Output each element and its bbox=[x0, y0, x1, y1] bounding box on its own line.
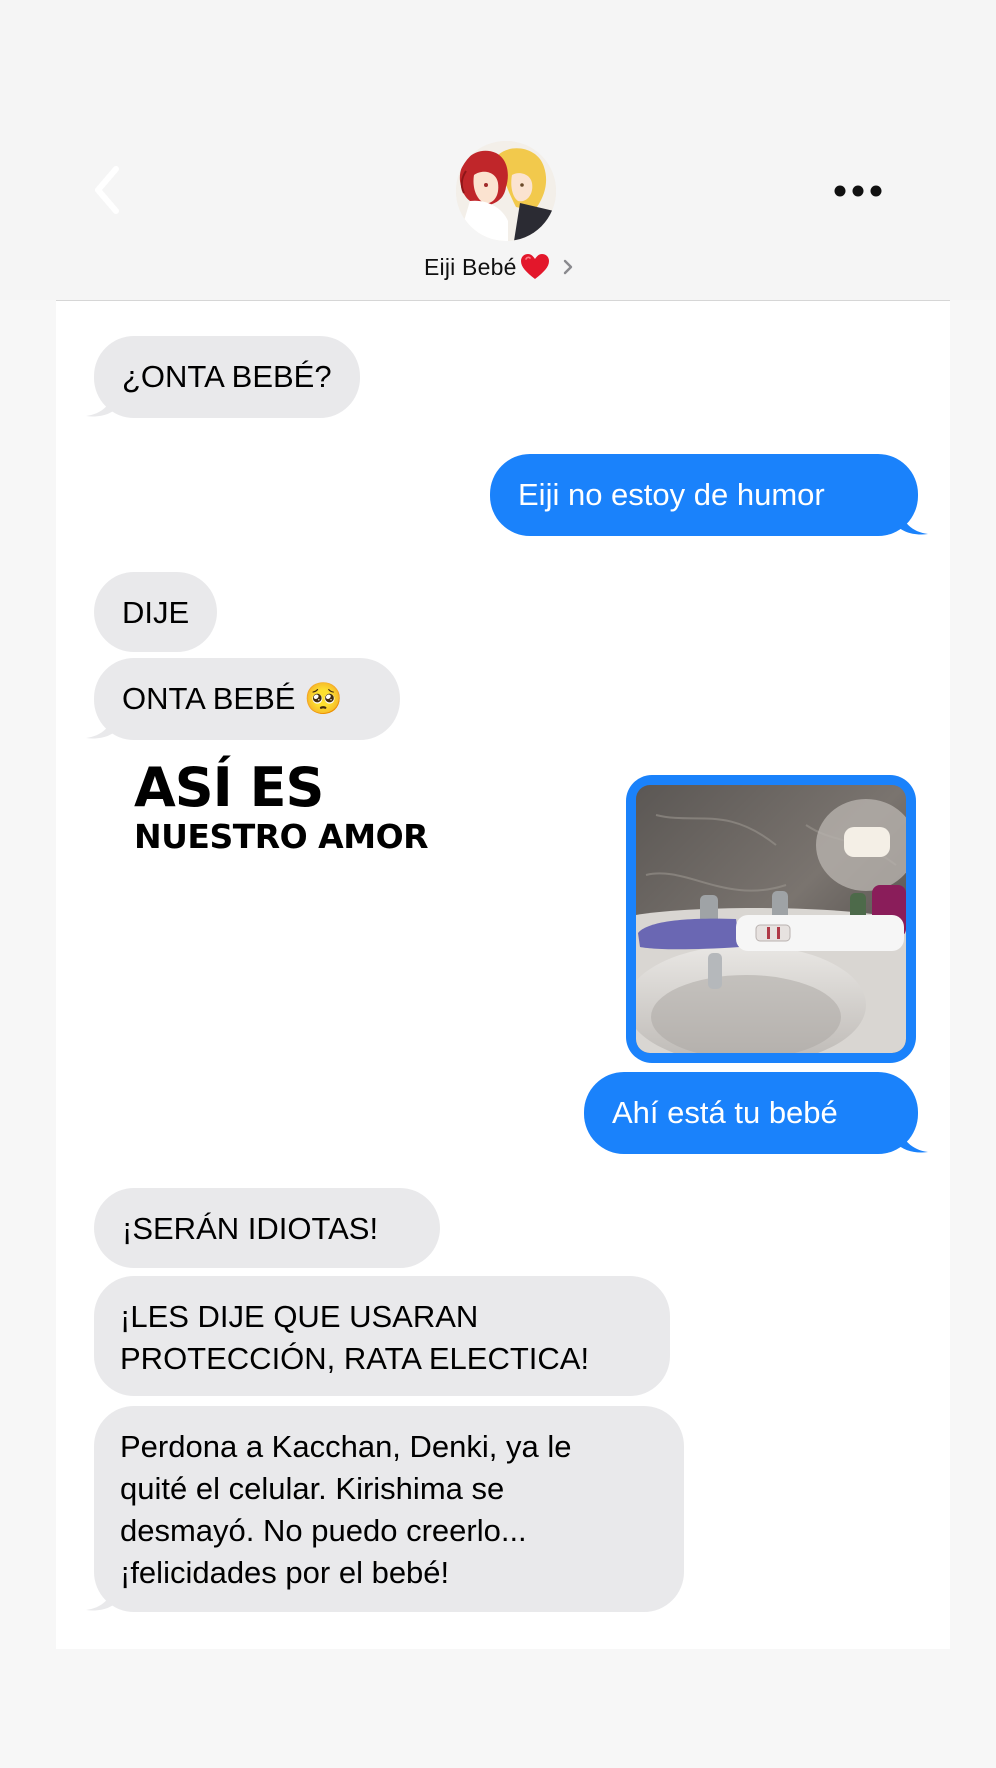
chevron-right-icon bbox=[563, 259, 572, 275]
message-line: ¡LES DIJE QUE USARAN bbox=[120, 1299, 479, 1334]
message-received[interactable]: Perdona a Kacchan, Denki, ya le quité el… bbox=[94, 1406, 684, 1612]
message-received[interactable]: ¡LES DIJE QUE USARAN PROTECCIÓN, RATA EL… bbox=[94, 1276, 670, 1396]
contact-name-button[interactable]: Eiji Bebé ❤️ bbox=[424, 251, 574, 283]
overlay-title-line2: NUESTRO AMOR bbox=[134, 817, 429, 856]
message-text: ¡LES DIJE QUE USARAN PROTECCIÓN, RATA EL… bbox=[120, 1296, 644, 1380]
message-line: quité el celular. Kirishima se bbox=[120, 1471, 505, 1506]
message-text: ONTA BEBÉ 🥺 bbox=[122, 681, 343, 716]
chevron-left-icon bbox=[95, 166, 119, 214]
heart-icon bbox=[520, 254, 549, 279]
message-text: ¿ONTA BEBÉ? bbox=[122, 359, 332, 394]
message-received[interactable]: ¡SERÁN IDIOTAS! bbox=[94, 1188, 440, 1268]
back-button[interactable] bbox=[88, 165, 128, 215]
message-text: DIJE bbox=[122, 595, 190, 630]
conversation-header: Eiji Bebé ❤️ bbox=[0, 0, 996, 300]
message-text: Ahí está tu bebé bbox=[612, 1095, 838, 1130]
more-options-button[interactable] bbox=[830, 176, 886, 206]
message-line: desmayó. No puedo creerlo... bbox=[120, 1513, 527, 1548]
message-line: ¡felicidades por el bebé! bbox=[120, 1555, 450, 1590]
message-received[interactable]: ¿ONTA BEBÉ? bbox=[94, 336, 360, 418]
message-received[interactable]: DIJE bbox=[94, 572, 218, 652]
ellipsis-icon bbox=[834, 185, 882, 197]
message-received[interactable]: ONTA BEBÉ 🥺 bbox=[94, 658, 400, 740]
image-message[interactable] bbox=[626, 775, 916, 1063]
contact-name: Eiji Bebé bbox=[424, 253, 517, 280]
message-text: Eiji no estoy de humor bbox=[518, 477, 825, 512]
message-sent[interactable]: Eiji no estoy de humor bbox=[490, 454, 918, 536]
message-line: PROTECCIÓN, RATA ELECTICA! bbox=[120, 1341, 590, 1376]
overlay-title: ASÍ ES NUESTRO AMOR bbox=[134, 756, 429, 856]
contact-avatar[interactable] bbox=[456, 141, 556, 241]
message-text: Perdona a Kacchan, Denki, ya le quité el… bbox=[120, 1426, 658, 1594]
pregnancy-test-photo bbox=[636, 785, 906, 1053]
overlay-title-line1: ASÍ ES bbox=[134, 756, 324, 819]
message-line: Perdona a Kacchan, Denki, ya le bbox=[120, 1429, 572, 1464]
message-sent[interactable]: Ahí está tu bebé bbox=[584, 1072, 918, 1154]
message-text: ¡SERÁN IDIOTAS! bbox=[122, 1211, 379, 1246]
